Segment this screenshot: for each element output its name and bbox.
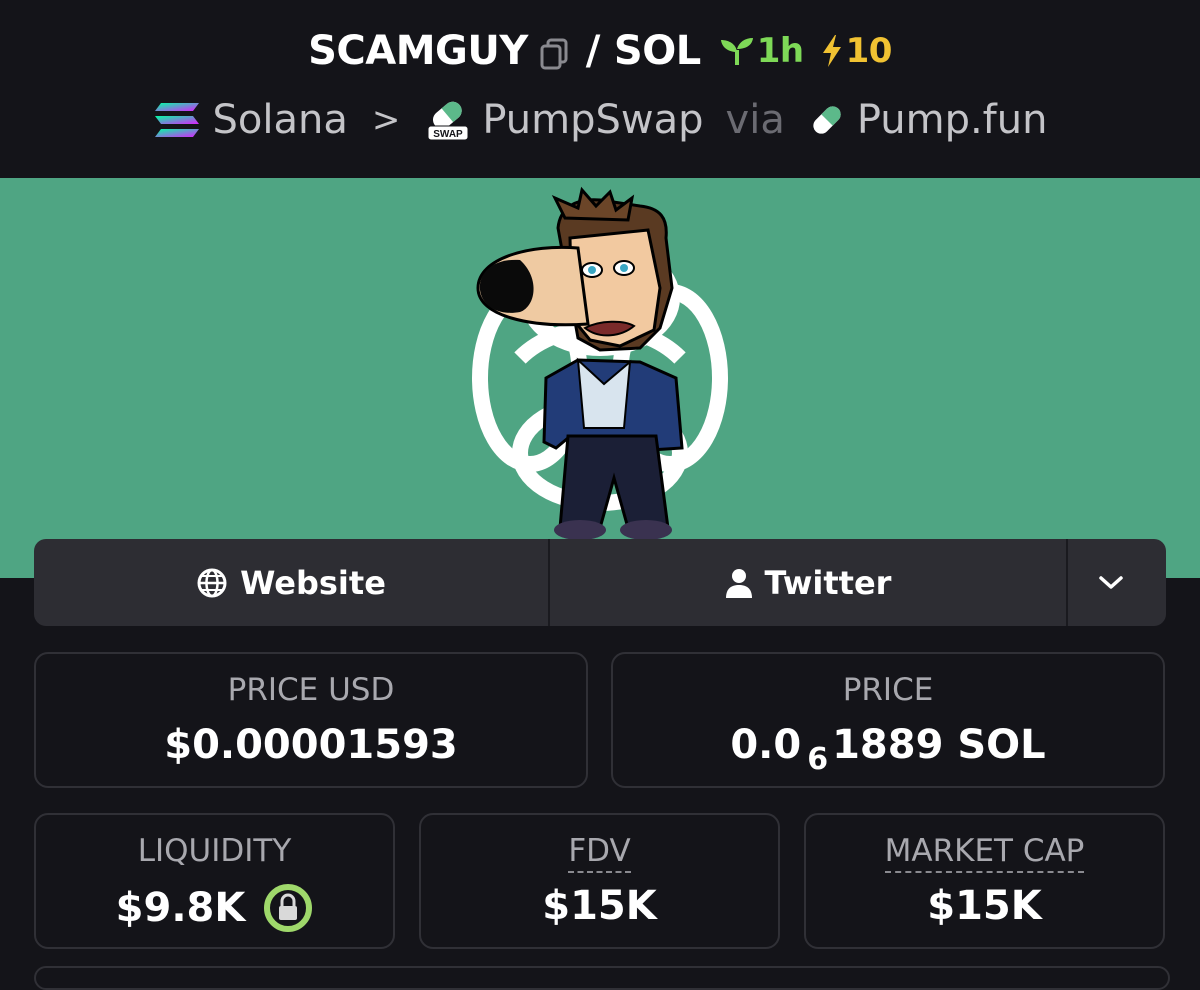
liquidity-value: $9.8K [115,885,246,931]
market-cap-label: MARKET CAP [884,833,1085,873]
token-banner [0,178,1200,578]
boost-badge[interactable]: 10 [820,31,892,71]
pair-age-badge: 1h [719,31,804,71]
launchpad-link[interactable]: Pump.fun [857,97,1048,143]
market-cap-label-wrap[interactable]: MARKET CAP [806,833,1163,873]
pair-age: 1h [756,31,804,71]
dog-character-illustration [476,186,684,540]
chevron-down-icon [1099,575,1123,589]
dex-link[interactable]: PumpSwap [482,97,703,143]
lock-icon[interactable] [263,883,313,933]
breadcrumb: Solana > SWAP PumpSwap via Pump.fun [0,96,1200,144]
fdv-card: FDV $15K [419,813,780,949]
website-label: Website [240,563,386,602]
more-links-button[interactable] [1068,539,1166,626]
price-native-value: 0.0 6 1889 SOL [613,722,1163,777]
pair-separator: / [585,28,601,74]
twitter-label: Twitter [764,563,892,602]
next-card-partial [34,966,1170,990]
liquidity-value-row: $9.8K [36,883,393,933]
fdv-label-wrap[interactable]: FDV [421,833,778,873]
market-cap-value: $15K [927,883,1042,929]
boost-count: 10 [845,31,893,71]
lightning-icon [822,35,841,67]
liquidity-label: LIQUIDITY [137,833,292,869]
price-usd-value: $0.00001593 [164,722,458,768]
chain-link[interactable]: Solana [213,97,348,143]
via-label: via [725,97,785,143]
globe-icon [197,568,227,597]
price-native-zero-count: 6 [807,741,829,777]
website-button[interactable]: Website [34,539,550,626]
twitter-button[interactable]: Twitter [550,539,1068,626]
price-usd-label: PRICE USD [227,672,395,708]
solana-icon [154,103,199,137]
pumpswap-icon: SWAP [427,101,469,141]
fdv-value: $15K [542,883,657,929]
price-native-prefix: 0.0 [730,722,802,768]
token-symbol: SCAMGUY [308,28,528,74]
fdv-label: FDV [568,833,631,873]
price-native-card: PRICE 0.0 6 1889 SOL [611,652,1165,788]
social-links-bar: Website Twitter [34,539,1166,626]
copy-icon[interactable] [538,34,572,70]
pair-title: SCAMGUY / SOL 1h 10 [0,28,1200,74]
pill-icon [813,106,841,134]
liquidity-card: LIQUIDITY $9.8K [34,813,395,949]
pumpswap-icon-label: SWAP [434,129,464,140]
user-icon [725,568,752,598]
price-usd-card: PRICE USD $0.00001593 [34,652,588,788]
market-cap-card: MARKET CAP $15K [804,813,1165,949]
pair-header: SCAMGUY / SOL 1h 10 Solana > SWAP PumpSw… [0,0,1200,178]
banner-artwork [472,186,728,540]
sprout-icon [720,38,753,65]
chevron-right-icon: > [371,100,401,140]
price-native-label: PRICE [842,672,934,708]
price-native-rest: 1889 SOL [832,722,1046,768]
quote-symbol: SOL [613,28,701,74]
